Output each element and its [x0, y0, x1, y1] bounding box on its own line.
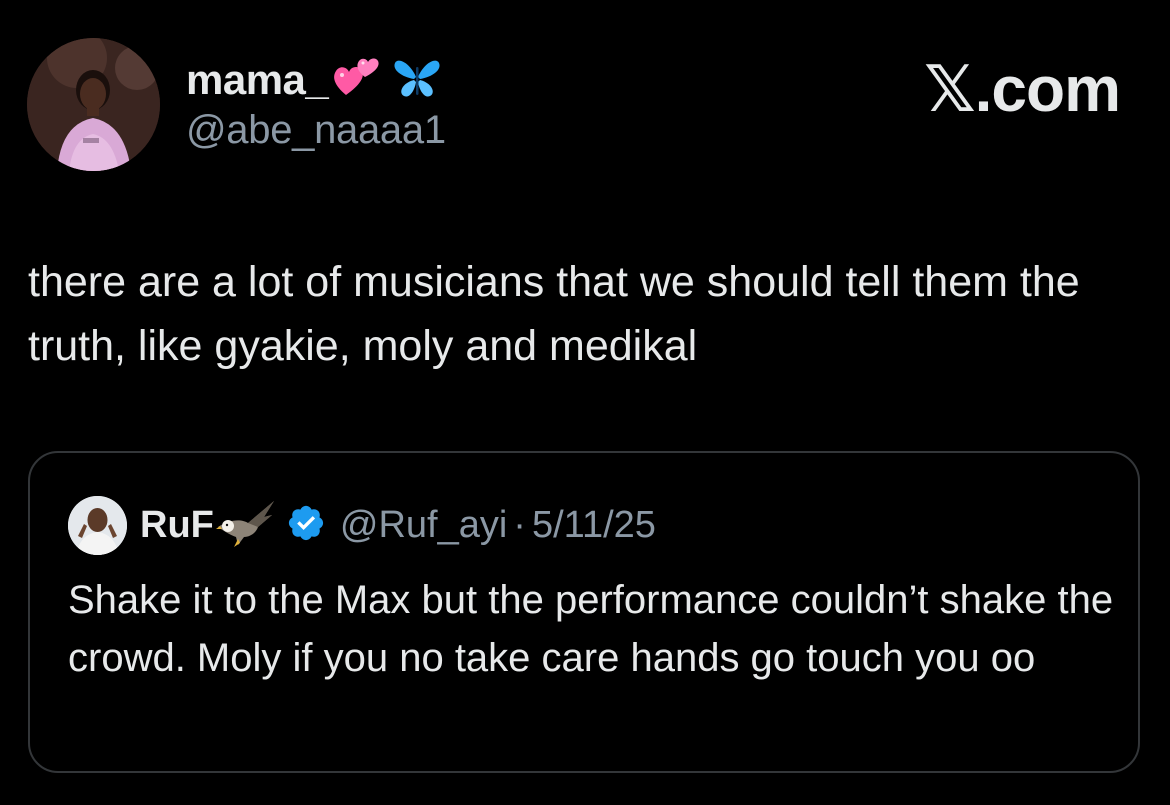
quoted-tweet-card[interactable]: RuF @Ruf_ayi · 5/11/25 Shake it to the M…	[28, 451, 1140, 773]
quoted-tweet-text: Shake it to the Max but the performance …	[68, 578, 1114, 680]
author-display-name[interactable]: mama_	[186, 56, 329, 104]
quoted-author-avatar[interactable]	[68, 496, 127, 555]
butterfly-icon	[392, 55, 442, 106]
quoted-handle[interactable]: @Ruf_ayi	[340, 504, 507, 547]
header-separator: ·	[513, 503, 526, 546]
verified-badge-icon	[286, 503, 326, 548]
eagle-icon	[215, 497, 276, 554]
quoted-display-name[interactable]: RuF	[140, 504, 214, 547]
quoted-author-avatar-image	[68, 496, 127, 555]
quoted-tweet-header: RuF @Ruf_ayi · 5/11/25	[140, 495, 656, 555]
two-hearts-icon	[332, 55, 382, 106]
author-name-row[interactable]: mama_	[186, 52, 442, 108]
author-avatar-image	[27, 38, 160, 171]
x-logo-icon: 𝕏.com	[924, 53, 1121, 125]
author-handle[interactable]: @abe_naaaa1	[186, 108, 446, 153]
author-avatar[interactable]	[27, 38, 160, 171]
tweet-text: there are a lot of musicians that we sho…	[28, 258, 1080, 370]
quoted-timestamp[interactable]: 5/11/25	[532, 504, 656, 547]
